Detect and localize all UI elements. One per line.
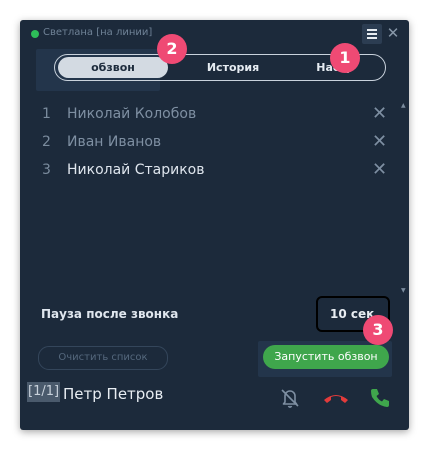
remove-icon[interactable]: ✕ — [372, 103, 387, 124]
callout-badge-menu: 1 — [330, 43, 360, 73]
tab-call-list[interactable]: обзвон — [58, 57, 168, 78]
call-counter: [1/1] — [27, 382, 61, 402]
user-status: Светлана [на линии] — [43, 27, 153, 38]
close-button[interactable]: ✕ — [385, 23, 401, 43]
scroll-up-icon[interactable]: ▲ — [401, 102, 406, 109]
online-status-icon — [31, 30, 39, 38]
hangup-button[interactable] — [321, 386, 351, 410]
list-item-number: 1 — [42, 106, 51, 122]
list-item-number: 2 — [42, 134, 51, 150]
title-bar: Светлана [на линии] ✕ — [20, 20, 409, 46]
answer-button[interactable] — [368, 386, 392, 410]
tab-history[interactable]: История — [183, 55, 283, 80]
list-item-name: Николай Стариков — [67, 162, 205, 178]
remove-icon[interactable]: ✕ — [372, 159, 387, 180]
list-item-number: 3 — [42, 162, 51, 178]
hangup-phone-icon — [324, 395, 348, 403]
remove-icon[interactable]: ✕ — [372, 131, 387, 152]
phone-icon — [371, 389, 389, 407]
scroll-down-icon[interactable]: ▼ — [401, 287, 406, 294]
menu-button[interactable] — [362, 24, 382, 44]
start-calling-button[interactable]: Запустить обзвон — [263, 345, 389, 369]
clear-list-button[interactable]: Очистить список — [38, 346, 168, 370]
current-contact-name: Петр Петров — [63, 385, 164, 403]
callout-badge-start: 3 — [363, 315, 393, 345]
pause-after-call-label: Пауза после звонка — [41, 307, 179, 321]
list-item-name: Николай Колобов — [67, 106, 197, 122]
bell-off-icon — [281, 389, 299, 408]
callout-badge-tab: 2 — [157, 34, 187, 64]
list-item-name: Иван Иванов — [67, 134, 162, 150]
call-widget-panel: Светлана [на линии] ✕ обзвон История Нас… — [20, 20, 409, 430]
mute-button[interactable] — [278, 386, 302, 410]
